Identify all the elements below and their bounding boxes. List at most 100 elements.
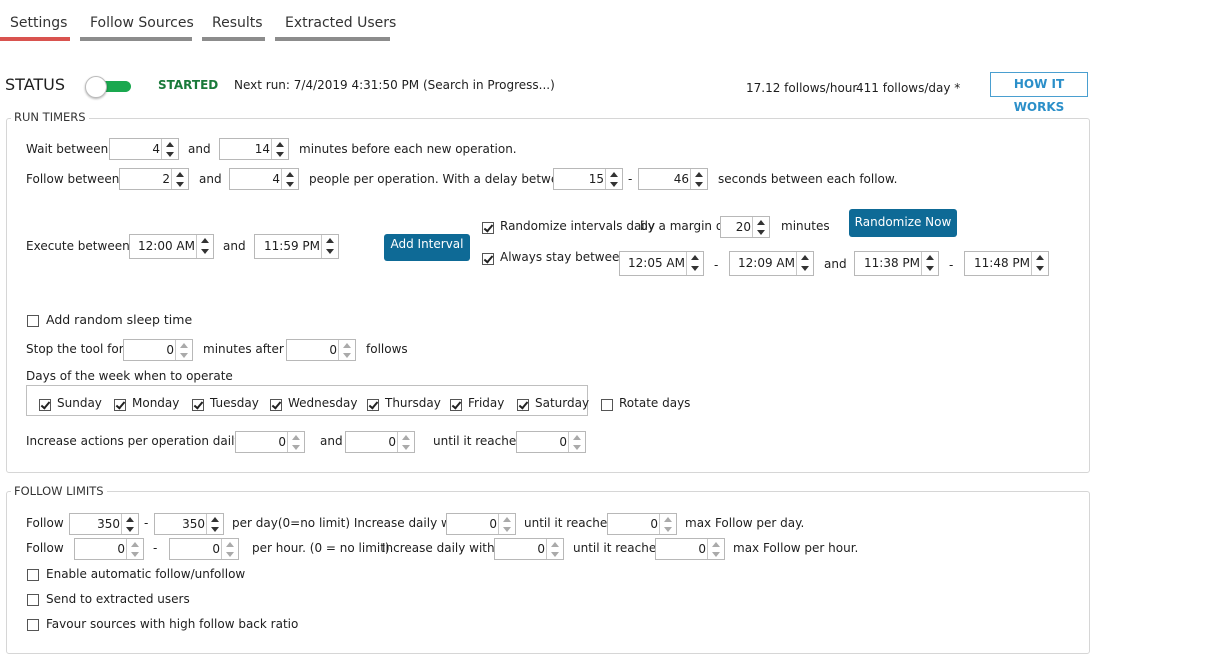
arrow-up-icon[interactable]: [547, 539, 563, 549]
delay-max-stepper[interactable]: 46: [638, 168, 708, 190]
arrow-down-icon[interactable]: [127, 549, 143, 559]
wait-min-stepper[interactable]: 4: [109, 138, 179, 160]
random-sleep-checkbox[interactable]: [27, 315, 39, 327]
arrow-down-icon[interactable]: [691, 179, 707, 189]
increase-limit-stepper[interactable]: 0: [516, 431, 586, 453]
day-tuesday-checkbox[interactable]: [192, 399, 204, 411]
arrow-up-icon[interactable]: [660, 514, 676, 524]
arrow-down-icon[interactable]: [1032, 263, 1048, 274]
arrow-up-icon[interactable]: [339, 340, 355, 350]
increase-min-stepper[interactable]: 0: [235, 431, 305, 453]
stay-time-4-picker[interactable]: 11:48 PM: [964, 251, 1049, 276]
arrow-up-icon[interactable]: [176, 340, 192, 350]
hour-max-stepper[interactable]: 0: [169, 538, 239, 560]
delay-min-stepper[interactable]: 15: [553, 168, 623, 190]
arrow-up-icon[interactable]: [797, 252, 813, 263]
stay-time-2-picker[interactable]: 12:09 AM: [729, 251, 814, 276]
how-it-works-button[interactable]: HOW IT WORKS: [990, 72, 1088, 114]
arrow-down-icon[interactable]: [499, 524, 515, 534]
arrow-up-icon[interactable]: [282, 169, 298, 179]
arrow-up-icon[interactable]: [222, 539, 238, 549]
arrow-down-icon[interactable]: [606, 179, 622, 189]
arrow-down-icon[interactable]: [122, 524, 138, 534]
arrow-up-icon[interactable]: [122, 514, 138, 524]
rotate-days-checkbox[interactable]: [601, 399, 613, 411]
stop-follows-stepper[interactable]: 0: [286, 339, 356, 361]
increase-max-stepper[interactable]: 0: [345, 431, 415, 453]
arrow-up-icon[interactable]: [569, 432, 585, 442]
arrow-down-icon[interactable]: [322, 246, 338, 257]
arrow-up-icon[interactable]: [207, 514, 223, 524]
day-reach-stepper[interactable]: 0: [607, 513, 677, 535]
arrow-up-icon[interactable]: [687, 252, 703, 263]
hour-increase-stepper[interactable]: 0: [494, 538, 564, 560]
arrow-up-icon[interactable]: [922, 252, 938, 263]
arrow-up-icon[interactable]: [708, 539, 724, 549]
arrow-up-icon[interactable]: [162, 139, 178, 149]
arrow-down-icon[interactable]: [288, 442, 304, 452]
arrow-up-icon[interactable]: [127, 539, 143, 549]
day-increase-stepper[interactable]: 0: [446, 513, 516, 535]
arrow-down-icon[interactable]: [172, 179, 188, 189]
follow-min-stepper[interactable]: 2: [119, 168, 189, 190]
execute-start-picker[interactable]: 12:00 AM: [129, 234, 214, 259]
arrow-down-icon[interactable]: [753, 227, 769, 237]
arrow-down-icon[interactable]: [162, 149, 178, 159]
arrow-down-icon[interactable]: [197, 246, 213, 257]
randomize-now-button[interactable]: Randomize Now: [849, 209, 957, 237]
arrow-up-icon[interactable]: [753, 217, 769, 227]
randomize-intervals-checkbox[interactable]: [482, 222, 494, 234]
arrow-down-icon[interactable]: [398, 442, 414, 452]
arrow-up-icon[interactable]: [1032, 252, 1048, 263]
arrow-up-icon[interactable]: [288, 432, 304, 442]
arrow-up-icon[interactable]: [322, 235, 338, 246]
follow-max-stepper[interactable]: 4: [229, 168, 299, 190]
arrow-down-icon[interactable]: [547, 549, 563, 559]
arrow-down-icon[interactable]: [207, 524, 223, 534]
tab-results[interactable]: Results: [212, 15, 263, 31]
arrow-up-icon[interactable]: [197, 235, 213, 246]
tab-follow-sources[interactable]: Follow Sources: [90, 15, 194, 31]
arrow-down-icon[interactable]: [222, 549, 238, 559]
arrow-down-icon[interactable]: [708, 549, 724, 559]
favour-sources-checkbox[interactable]: [27, 619, 39, 631]
arrow-down-icon[interactable]: [687, 263, 703, 274]
always-stay-checkbox[interactable]: [482, 253, 494, 265]
arrow-up-icon[interactable]: [272, 139, 288, 149]
status-toggle[interactable]: [85, 76, 131, 98]
arrow-down-icon[interactable]: [176, 350, 192, 360]
arrow-up-icon[interactable]: [172, 169, 188, 179]
arrow-down-icon[interactable]: [272, 149, 288, 159]
arrow-up-icon[interactable]: [691, 169, 707, 179]
arrow-down-icon[interactable]: [282, 179, 298, 189]
day-max-stepper[interactable]: 350: [154, 513, 224, 535]
tab-settings[interactable]: Settings: [10, 15, 67, 31]
hour-min-stepper[interactable]: 0: [74, 538, 144, 560]
day-thursday-checkbox[interactable]: [367, 399, 379, 411]
margin-stepper[interactable]: 20: [720, 216, 770, 238]
day-min-stepper[interactable]: 350: [69, 513, 139, 535]
wait-max-stepper[interactable]: 14: [219, 138, 289, 160]
hour-reach-stepper[interactable]: 0: [655, 538, 725, 560]
stay-time-3-picker[interactable]: 11:38 PM: [854, 251, 939, 276]
arrow-down-icon[interactable]: [569, 442, 585, 452]
stop-minutes-stepper[interactable]: 0: [123, 339, 193, 361]
auto-follow-unfollow-checkbox[interactable]: [27, 569, 39, 581]
day-saturday-checkbox[interactable]: [517, 399, 529, 411]
add-interval-button[interactable]: Add Interval: [384, 234, 470, 261]
arrow-down-icon[interactable]: [339, 350, 355, 360]
tab-extracted-users[interactable]: Extracted Users: [285, 15, 396, 31]
arrow-down-icon[interactable]: [922, 263, 938, 274]
stay-time-1-picker[interactable]: 12:05 AM: [619, 251, 704, 276]
arrow-up-icon[interactable]: [398, 432, 414, 442]
arrow-up-icon[interactable]: [606, 169, 622, 179]
arrow-down-icon[interactable]: [797, 263, 813, 274]
send-extracted-checkbox[interactable]: [27, 594, 39, 606]
arrow-up-icon[interactable]: [499, 514, 515, 524]
day-friday-checkbox[interactable]: [450, 399, 462, 411]
day-sunday-checkbox[interactable]: [39, 399, 51, 411]
arrow-down-icon[interactable]: [660, 524, 676, 534]
execute-end-picker[interactable]: 11:59 PM: [254, 234, 339, 259]
day-wednesday-checkbox[interactable]: [270, 399, 282, 411]
day-monday-checkbox[interactable]: [114, 399, 126, 411]
